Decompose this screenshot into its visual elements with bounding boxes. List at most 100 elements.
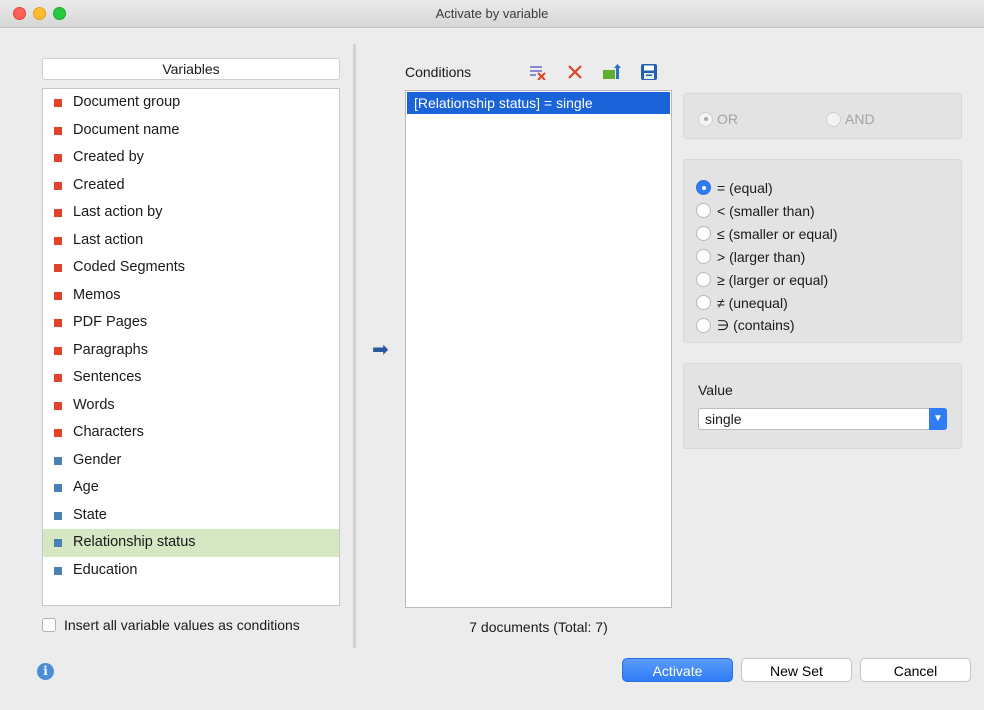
operator-panel: = (equal) < (smaller than) ≤ (smaller or…	[683, 159, 962, 343]
variable-item[interactable]: Document name	[43, 117, 339, 145]
system-variable-icon	[54, 99, 62, 107]
logic-or-radio[interactable]	[698, 111, 713, 127]
operator-option[interactable]: ∋ (contains)	[696, 314, 961, 337]
variable-label: Age	[73, 479, 99, 495]
value-select[interactable]: single ▼	[698, 408, 947, 430]
variable-label: Gender	[73, 451, 122, 468]
title-bar: Activate by variable	[0, 0, 984, 28]
operator-label: ≥ (larger or equal)	[717, 271, 829, 288]
variables-header[interactable]: Variables	[42, 58, 340, 80]
variable-item[interactable]: Created	[43, 172, 339, 200]
insert-all-checkbox[interactable]	[42, 618, 56, 632]
operator-label: ∋ (contains)	[717, 317, 795, 333]
cancel-button[interactable]: Cancel	[860, 658, 971, 682]
system-variable-icon	[54, 291, 62, 300]
system-variable-icon	[54, 429, 62, 437]
variable-item[interactable]: Characters	[43, 419, 339, 447]
operator-radio[interactable]	[696, 226, 711, 241]
value-label: Value	[698, 382, 733, 398]
save-icon[interactable]	[638, 62, 660, 82]
operator-radio[interactable]	[696, 318, 711, 333]
document-variable-icon	[54, 566, 62, 575]
system-variable-icon	[54, 236, 62, 245]
window-title: Activate by variable	[435, 6, 549, 21]
operator-radio[interactable]	[696, 180, 711, 195]
insert-all-option[interactable]: Insert all variable values as conditions	[42, 615, 300, 635]
variable-item[interactable]: Last action	[43, 227, 339, 255]
variable-label: Document name	[73, 121, 180, 138]
variable-item[interactable]: State	[43, 502, 339, 530]
operator-option[interactable]: ≤ (smaller or equal)	[696, 222, 961, 245]
insert-all-label: Insert all variable values as conditions	[64, 617, 300, 633]
condition-item[interactable]: [Relationship status] = single	[407, 92, 670, 114]
value-select-text: single	[705, 411, 742, 427]
document-count: 7 documents (Total: 7)	[469, 619, 608, 635]
variable-label: PDF Pages	[73, 314, 148, 330]
variable-item[interactable]: Sentences	[43, 364, 339, 392]
variable-item[interactable]: Created by	[43, 144, 339, 172]
system-variable-icon	[54, 126, 62, 135]
system-variable-icon	[54, 374, 62, 382]
clear-conditions-icon[interactable]	[527, 62, 549, 82]
operator-label: < (smaller than)	[717, 202, 815, 219]
operator-radio[interactable]	[696, 203, 711, 218]
operator-label: ≠ (unequal)	[717, 294, 788, 311]
document-variable-icon	[54, 539, 62, 547]
variable-label: Memos	[73, 286, 121, 303]
variable-item[interactable]: Education	[43, 557, 339, 585]
operator-radio[interactable]	[696, 295, 711, 310]
operator-option[interactable]: ≥ (larger or equal)	[696, 268, 961, 291]
system-variable-icon	[54, 154, 62, 162]
system-variable-icon	[54, 401, 62, 410]
value-panel: Value single ▼	[683, 363, 962, 449]
system-variable-icon	[54, 181, 62, 190]
system-variable-icon	[54, 319, 62, 327]
new-set-button[interactable]: New Set	[741, 658, 852, 682]
document-variable-icon	[54, 484, 62, 492]
variable-item[interactable]: Relationship status	[43, 529, 339, 557]
variable-item[interactable]: Last action by	[43, 199, 339, 227]
document-variable-icon	[54, 511, 62, 520]
system-variable-icon	[54, 346, 62, 355]
logic-or-option[interactable]: OR	[698, 111, 738, 127]
variable-item[interactable]: Paragraphs	[43, 337, 339, 365]
variable-label: Created	[73, 176, 125, 193]
activate-button[interactable]: Activate	[622, 658, 733, 682]
variable-item[interactable]: Document group	[43, 89, 339, 117]
variable-label: Paragraphs	[73, 341, 148, 358]
variable-item[interactable]: Gender	[43, 447, 339, 475]
logic-and-radio[interactable]	[826, 111, 841, 127]
variable-label: State	[73, 506, 107, 523]
variable-item[interactable]: PDF Pages	[43, 309, 339, 337]
variable-item[interactable]: Coded Segments	[43, 254, 339, 282]
document-variable-icon	[54, 456, 62, 465]
variables-list[interactable]: Document group Document name Created by Cre…	[42, 88, 340, 606]
logic-and-option[interactable]: AND	[826, 111, 875, 127]
variable-label: Education	[73, 561, 138, 578]
variable-item[interactable]: Words	[43, 392, 339, 420]
info-icon[interactable]: i	[37, 663, 54, 680]
pane-splitter[interactable]	[353, 44, 356, 648]
variable-item[interactable]: Age	[43, 474, 339, 502]
operator-label: > (larger than)	[717, 248, 806, 265]
arrow-right-icon[interactable]: ➡	[372, 340, 389, 360]
operator-option[interactable]: < (smaller than)	[696, 199, 961, 222]
variable-label: Document group	[73, 94, 181, 110]
operator-option[interactable]: > (larger than)	[696, 245, 961, 268]
logic-or-label: OR	[717, 111, 738, 127]
conditions-list[interactable]: [Relationship status] = single	[405, 90, 672, 608]
variable-label: Sentences	[73, 369, 142, 385]
operator-option[interactable]: = (equal)	[696, 176, 961, 199]
logic-and-label: AND	[845, 111, 875, 127]
export-icon[interactable]	[601, 62, 623, 82]
chevron-down-icon[interactable]: ▼	[929, 408, 947, 430]
operator-radio[interactable]	[696, 249, 711, 264]
operator-radio[interactable]	[696, 272, 711, 287]
delete-icon[interactable]	[564, 62, 586, 82]
variable-label: Relationship status	[73, 534, 196, 550]
variable-label: Last action	[73, 231, 144, 248]
variable-item[interactable]: Memos	[43, 282, 339, 310]
operator-option[interactable]: ≠ (unequal)	[696, 291, 961, 314]
conditions-label: Conditions	[405, 64, 472, 80]
system-variable-icon	[54, 209, 62, 217]
